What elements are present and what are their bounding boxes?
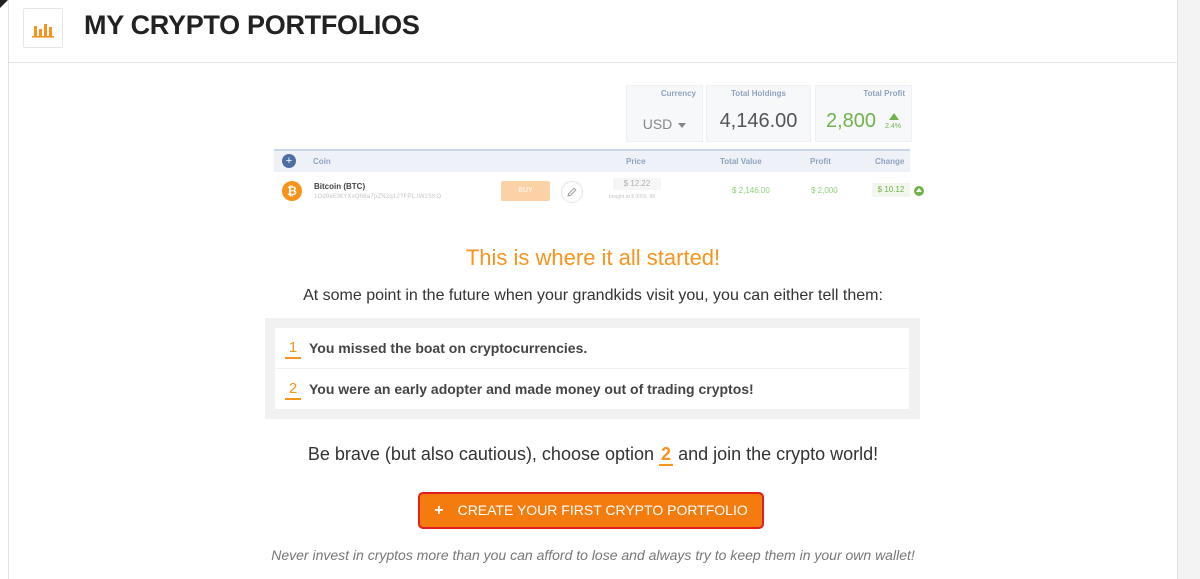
call-to-action-text: Be brave (but also cautious), choose opt… <box>9 444 1177 466</box>
pencil-icon <box>567 187 577 197</box>
option-text: You missed the boat on cryptocurrencies. <box>309 340 588 356</box>
coin-profit: $ 2,000 <box>811 186 838 195</box>
page-frame: MY CRYPTO PORTFOLIOS Currency USD Total … <box>8 0 1178 579</box>
intro-text: At some point in the future when your gr… <box>303 287 883 304</box>
buy-button[interactable]: BUY <box>501 181 550 201</box>
chevron-down-icon <box>678 122 687 128</box>
total-holdings-card: Total Holdings 4,146.00 <box>706 85 811 142</box>
page-header: MY CRYPTO PORTFOLIOS <box>9 0 1177 63</box>
scrollbar-gutter[interactable] <box>1177 0 1200 579</box>
col-coin: Coin <box>313 157 331 166</box>
total-holdings-label: Total Holdings <box>731 89 786 98</box>
bitcoin-icon: ₿ <box>282 181 302 201</box>
arrow-up-icon <box>889 113 899 120</box>
coin-name: Bitcoin (BTC) <box>314 182 366 191</box>
headline: This is where it all started! <box>465 245 721 270</box>
options-list: 1 You missed the boat on cryptocurrencie… <box>265 318 920 419</box>
total-profit-change: 2.4% <box>885 123 901 130</box>
coin-price-sub: bought at $ 0000, 99 <box>609 194 655 200</box>
brave-option-number: 2 <box>659 444 674 466</box>
portfolio-table-header: + Coin Price Total Value Profit Change <box>274 149 910 173</box>
option-number: 2 <box>285 380 301 400</box>
coin-address: 1Od9eEtKYXxQh6a7pZN2q12?FPL.IWzSKO <box>314 194 442 200</box>
option-text: You were an early adopter and made money… <box>309 381 754 397</box>
currency-value: USD <box>642 116 673 132</box>
edit-button[interactable] <box>561 181 583 203</box>
total-profit-card: Total Profit 2,800 2.4% <box>815 85 912 142</box>
window-corner-left <box>0 0 8 8</box>
logo[interactable] <box>23 8 63 48</box>
table-row: ₿ Bitcoin (BTC) 1Od9eEtKYXxQh6a7pZN2q12?… <box>274 172 924 212</box>
disclaimer: Never invest in cryptos more than you ca… <box>271 547 915 563</box>
col-change: Change <box>875 157 905 166</box>
currency-selector[interactable]: Currency USD <box>626 85 703 142</box>
col-price: Price <box>626 157 646 166</box>
brave-after: and join the crypto world! <box>678 444 879 464</box>
total-holdings-value: 4,146.00 <box>719 110 798 132</box>
currency-label: Currency <box>660 89 696 98</box>
col-total-value: Total Value <box>720 157 762 166</box>
list-item: 1 You missed the boat on cryptocurrencie… <box>275 328 909 368</box>
bar-chart-icon <box>32 24 54 38</box>
col-profit: Profit <box>810 157 831 166</box>
page-title: MY CRYPTO PORTFOLIOS <box>84 10 420 40</box>
add-coin-icon[interactable]: + <box>282 154 296 168</box>
arrow-up-circle-icon <box>914 186 924 196</box>
coin-total-value: $ 2,146.00 <box>732 186 770 195</box>
create-portfolio-button[interactable]: + CREATE YOUR FIRST CRYPTO PORTFOLIO <box>418 492 764 529</box>
total-profit-label: Total Profit <box>863 89 905 98</box>
plus-icon: + <box>434 502 444 519</box>
list-item: 2 You were an early adopter and made mon… <box>275 369 909 409</box>
option-number: 1 <box>285 339 301 359</box>
coin-change: $ 10.12 <box>872 183 910 197</box>
coin-price: $ 12.22 <box>613 178 661 190</box>
create-portfolio-label: CREATE YOUR FIRST CRYPTO PORTFOLIO <box>457 502 748 518</box>
brave-before: Be brave (but also cautious), choose opt… <box>307 444 655 464</box>
